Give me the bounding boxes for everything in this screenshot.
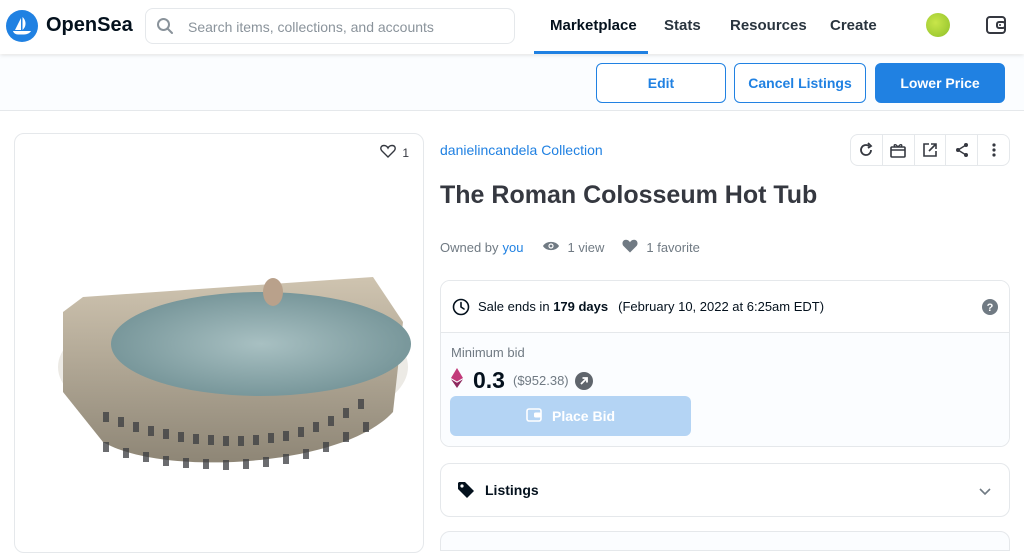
top-navbar: OpenSea Marketplace Stats Resources Crea… [0, 0, 1024, 54]
external-link-icon[interactable] [915, 135, 947, 165]
item-image-panel: 1 [14, 133, 424, 553]
favorite-count: 1 [402, 145, 409, 160]
sale-ends-text: Sale ends in 179 days [478, 299, 608, 314]
tag-icon [457, 481, 475, 499]
help-icon[interactable]: ? [981, 298, 999, 321]
search-icon [156, 17, 174, 40]
item-meta: Owned by you 1 view 1 favorite [440, 239, 700, 256]
favorite-toggle[interactable]: 1 [380, 144, 409, 161]
item-title: The Roman Colosseum Hot Tub [440, 181, 818, 209]
price-usd: ($952.38) [512, 373, 569, 388]
favorites-count: 1 favorite [646, 240, 700, 255]
place-bid-button[interactable]: Place Bid [450, 396, 691, 436]
minimum-bid-label: Minimum bid [451, 345, 525, 360]
ethereum-icon [451, 368, 463, 393]
nav-active-indicator [534, 51, 648, 54]
views-stat: 1 view [542, 240, 605, 255]
nav-create[interactable]: Create [830, 0, 877, 54]
opensea-logo-icon[interactable] [6, 10, 38, 42]
share-icon[interactable] [946, 135, 979, 165]
listings-title: Listings [485, 482, 539, 498]
price-value: 0.3 [473, 367, 505, 393]
nav-resources[interactable]: Resources [730, 0, 807, 54]
views-count: 1 view [567, 240, 605, 255]
sale-ends-date: (February 10, 2022 at 6:25am EDT) [618, 299, 825, 314]
favorites-stat: 1 favorite [622, 239, 700, 256]
price-row: 0.3 ($952.38) [451, 367, 593, 394]
svg-text:?: ? [987, 302, 994, 314]
sale-end-header: Sale ends in 179 days (February 10, 2022… [441, 281, 1009, 333]
clock-icon [452, 298, 470, 316]
chevron-down-icon [979, 483, 991, 501]
sale-ends-days: 179 days [553, 299, 609, 314]
nav-stats[interactable]: Stats [664, 0, 701, 54]
owner-link[interactable]: you [503, 240, 524, 255]
owner-action-bar: Edit Cancel Listings Lower Price [0, 55, 1024, 111]
brand-name[interactable]: OpenSea [46, 14, 133, 37]
nav-marketplace[interactable]: Marketplace [550, 0, 637, 54]
wallet-icon[interactable] [985, 15, 1007, 40]
wallet-icon [526, 407, 542, 425]
profile-avatar[interactable] [926, 13, 950, 37]
place-bid-label: Place Bid [551, 408, 616, 424]
lower-price-button[interactable]: Lower Price [875, 63, 1005, 103]
collection-link[interactable]: danielincandela Collection [440, 142, 603, 158]
sale-ends-prefix: Sale ends in [478, 299, 550, 314]
refresh-icon[interactable] [851, 135, 883, 165]
heart-outline-icon [380, 144, 397, 161]
next-panel [440, 531, 1010, 551]
edit-button[interactable]: Edit [596, 63, 726, 103]
search-box[interactable] [145, 8, 515, 44]
more-options-icon[interactable] [978, 135, 1009, 165]
cancel-listings-button[interactable]: Cancel Listings [734, 63, 866, 103]
transfer-gift-icon[interactable] [883, 135, 915, 165]
item-toolbar [850, 134, 1010, 166]
colosseum-hot-tub-image[interactable] [43, 262, 413, 482]
owned-by-label: Owned by [440, 240, 499, 255]
arrow-up-right-icon[interactable] [574, 371, 593, 390]
search-input[interactable] [188, 17, 498, 37]
eye-icon [542, 240, 560, 255]
heart-filled-icon [622, 239, 638, 256]
listings-accordion[interactable]: Listings [440, 463, 1010, 517]
